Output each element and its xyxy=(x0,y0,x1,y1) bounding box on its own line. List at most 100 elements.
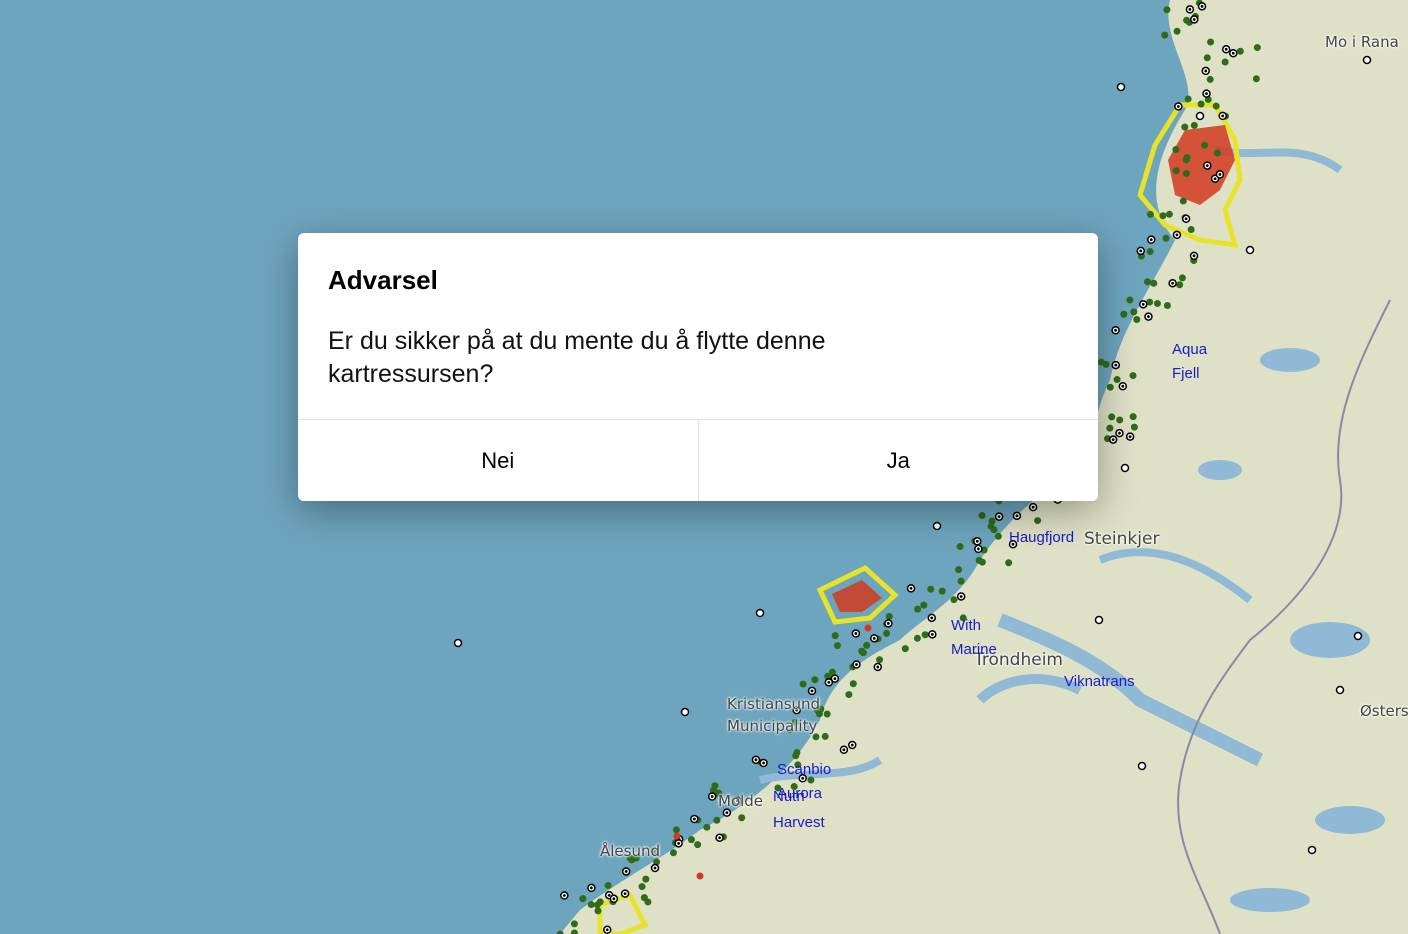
map-marker[interactable] xyxy=(885,612,893,620)
map-marker[interactable] xyxy=(831,632,839,640)
map-marker[interactable] xyxy=(1129,413,1137,421)
map-marker[interactable] xyxy=(957,577,965,585)
marker-label-with-marine[interactable]: With Marine xyxy=(951,614,1006,662)
map-marker[interactable] xyxy=(955,566,963,574)
map-marker[interactable] xyxy=(1116,82,1126,92)
map-marker[interactable] xyxy=(711,782,719,790)
map-marker[interactable] xyxy=(1181,123,1189,131)
map-marker[interactable] xyxy=(1120,310,1128,318)
map-marker[interactable] xyxy=(913,634,921,642)
map-marker[interactable] xyxy=(901,645,909,653)
map-marker[interactable] xyxy=(1221,58,1229,66)
map-marker[interactable] xyxy=(1159,212,1167,220)
map-marker[interactable] xyxy=(1130,423,1138,431)
map-marker[interactable] xyxy=(738,814,746,822)
map-marker[interactable] xyxy=(1353,631,1363,641)
map-marker[interactable] xyxy=(1307,845,1317,855)
map-marker[interactable] xyxy=(833,642,841,650)
map-marker[interactable] xyxy=(1335,685,1345,695)
map-marker[interactable] xyxy=(978,512,986,520)
map-marker[interactable] xyxy=(1252,75,1260,83)
map-marker[interactable] xyxy=(863,641,871,649)
map-marker[interactable] xyxy=(1207,38,1215,46)
map-marker[interactable] xyxy=(673,832,681,840)
map-marker[interactable] xyxy=(1213,149,1221,157)
map-marker[interactable] xyxy=(1116,416,1124,424)
map-marker[interactable] xyxy=(594,907,602,915)
map-marker[interactable] xyxy=(687,836,695,844)
map-marker[interactable] xyxy=(956,543,964,551)
map-marker[interactable] xyxy=(1190,121,1198,129)
yes-button[interactable]: Ja xyxy=(697,420,1098,501)
map-marker[interactable] xyxy=(1236,47,1244,55)
map-marker[interactable] xyxy=(1184,95,1192,103)
map-marker[interactable] xyxy=(978,558,986,566)
map-marker[interactable] xyxy=(1178,274,1186,282)
map-marker[interactable] xyxy=(1206,75,1214,83)
map-marker[interactable] xyxy=(1197,100,1205,108)
map-marker[interactable] xyxy=(638,883,646,891)
map-marker[interactable] xyxy=(1005,559,1013,567)
map-marker[interactable] xyxy=(604,881,612,889)
map-marker[interactable] xyxy=(811,676,819,684)
map-marker[interactable] xyxy=(1133,316,1141,324)
map-marker[interactable] xyxy=(1106,383,1114,391)
map-marker[interactable] xyxy=(453,638,463,648)
map-marker[interactable] xyxy=(1163,6,1171,14)
map-marker[interactable] xyxy=(1212,102,1220,110)
map-marker[interactable] xyxy=(672,826,680,834)
map-marker[interactable] xyxy=(1094,615,1104,625)
map-marker[interactable] xyxy=(994,532,1002,540)
map-marker[interactable] xyxy=(1182,170,1190,178)
map-marker[interactable] xyxy=(1187,225,1195,233)
map-marker[interactable] xyxy=(845,691,853,699)
map-marker[interactable] xyxy=(1172,167,1180,175)
map-marker[interactable] xyxy=(587,901,595,909)
map-marker[interactable] xyxy=(950,596,958,604)
map-marker[interactable] xyxy=(990,526,998,534)
map-marker[interactable] xyxy=(927,585,935,593)
map-marker[interactable] xyxy=(858,647,866,655)
map-marker[interactable] xyxy=(876,656,884,664)
marker-label-nutri-harvest[interactable]: Nutri Harvest xyxy=(773,784,833,836)
map-marker[interactable] xyxy=(1245,245,1255,255)
map-marker[interactable] xyxy=(570,920,578,928)
marker-label-aqua-fjell[interactable]: Aqua Fjell xyxy=(1172,338,1212,386)
map-marker[interactable] xyxy=(1163,301,1171,309)
map-marker[interactable] xyxy=(914,605,922,613)
marker-label-viknatrans[interactable]: Viknatrans xyxy=(1064,670,1135,694)
map-marker[interactable] xyxy=(642,875,650,883)
map-marker[interactable] xyxy=(1146,247,1154,255)
map-marker[interactable] xyxy=(1161,31,1169,39)
map-marker[interactable] xyxy=(1108,413,1116,421)
map-marker[interactable] xyxy=(1097,358,1105,366)
map-marker[interactable] xyxy=(1183,16,1191,24)
map-marker[interactable] xyxy=(1172,145,1180,153)
map-marker[interactable] xyxy=(696,872,704,880)
map-marker[interactable] xyxy=(883,629,891,637)
map-marker[interactable] xyxy=(1162,234,1170,242)
map-marker[interactable] xyxy=(1034,517,1042,525)
map-marker[interactable] xyxy=(1153,299,1161,307)
map-marker[interactable] xyxy=(640,894,648,902)
map-marker[interactable] xyxy=(1165,210,1173,218)
map-marker[interactable] xyxy=(1179,197,1187,205)
map-marker[interactable] xyxy=(1203,54,1211,62)
map-marker[interactable] xyxy=(713,816,721,824)
map-marker[interactable] xyxy=(921,631,929,639)
map-marker[interactable] xyxy=(703,823,711,831)
map-marker[interactable] xyxy=(1126,296,1134,304)
map-marker[interactable] xyxy=(1150,279,1158,287)
map-marker[interactable] xyxy=(1129,372,1137,380)
map-marker[interactable] xyxy=(1253,44,1261,52)
map-marker[interactable] xyxy=(1183,154,1191,162)
map-marker[interactable] xyxy=(932,521,942,531)
marker-label-haugfjord[interactable]: Haugfjord xyxy=(1009,526,1074,550)
map-marker[interactable] xyxy=(579,895,587,903)
map-marker[interactable] xyxy=(849,680,857,688)
no-button[interactable]: Nei xyxy=(298,420,698,501)
map-marker[interactable] xyxy=(864,624,872,632)
map-marker[interactable] xyxy=(1137,761,1147,771)
map-marker[interactable] xyxy=(799,680,807,688)
map-marker[interactable] xyxy=(1113,376,1121,384)
